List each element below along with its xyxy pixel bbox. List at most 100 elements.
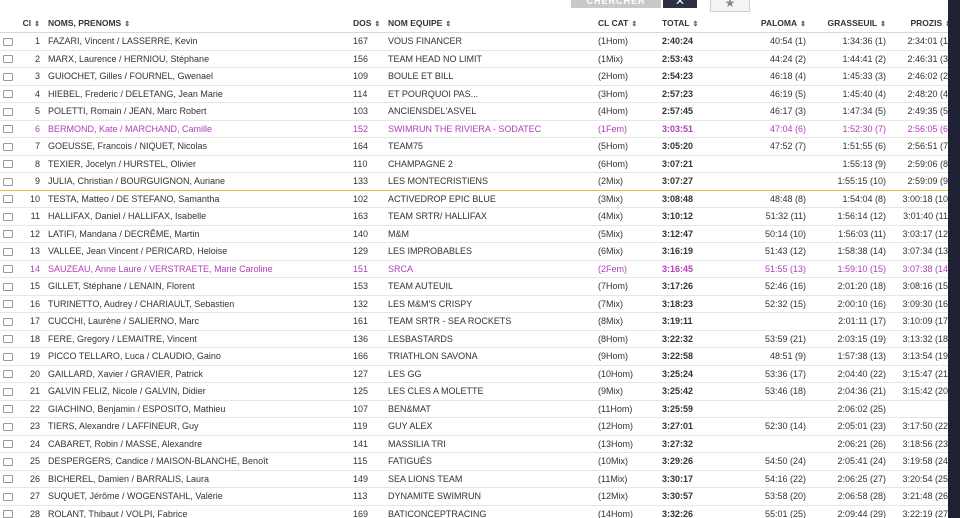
table-row[interactable]: 8 TEXIER, Jocelyn / HURSTEL, Olivier 110 CH… [0,155,948,173]
table-row[interactable]: 27 SUQUET, Jérôme / WOGENSTAHL, Valérie 11… [0,487,948,506]
col-header-bib[interactable]: DOS ⇕ [353,14,388,33]
comment-icon[interactable] [0,50,16,68]
col-header-grasseuil[interactable]: GRASSEUIL ⇕ [806,14,886,33]
col-header-names[interactable]: NOMS, PRENOMS ⇕ [48,14,353,33]
names-cell: CUCCHI, Laurène / SALIERNO, Marc [48,312,353,331]
table-row[interactable]: 1 FAZARI, Vincent / LASSERRE, Kevin 167 VOU… [0,32,948,51]
col-header-team[interactable]: NOM EQUIPE ⇕ [388,14,598,33]
table-row[interactable]: 14 SAUZEAU, Anne Laure / VERSTRAETE, Mari… [0,260,948,278]
table-row[interactable]: 2 MARX, Laurence / HERNIOU, Stéphane 156 TE… [0,50,948,68]
favorites-toggle-button[interactable]: ★ [710,0,750,12]
comment-icon[interactable] [0,172,16,191]
comment-icon[interactable] [0,225,16,243]
category-cell: (6Mix) [598,242,662,261]
comment-icon[interactable] [0,435,16,453]
prozis-split-cell: 3:08:16 (15) [886,277,948,296]
grasseuil-split-cell: 2:09:44 (29) [806,505,886,518]
comment-icon[interactable] [0,102,16,121]
comment-icon[interactable] [0,400,16,418]
table-row[interactable]: 10 TESTA, Matteo / DE STEFANO, Samantha 10… [0,190,948,208]
team-cell: MASSILIA TRI [388,435,598,453]
comment-icon[interactable] [0,312,16,331]
bib-cell: 163 [353,207,388,226]
bib-cell: 140 [353,225,388,243]
col-header-total[interactable]: TOTAL ⇕ [662,14,712,33]
comment-icon[interactable] [0,67,16,86]
paloma-split-cell: 53:36 (17) [712,365,806,383]
comment-icon[interactable] [0,505,16,518]
search-button[interactable]: CHERCHER [571,0,661,8]
table-row[interactable]: 13 VALLEE, Jean Vincent / PERICARD, Heloi… [0,242,948,261]
table-row[interactable]: 16 TURINETTO, Audrey / CHARIAULT, Sebasti… [0,295,948,313]
table-row[interactable]: 26 BICHEREL, Damien / BARRALIS, Laura 149 S… [0,470,948,488]
table-row[interactable]: 21 GALVIN FELIZ, Nicole / GALVIN, Didier 1… [0,382,948,401]
category-cell: (13Hom) [598,435,662,453]
table-row[interactable]: 7 GOEUSSE, Francois / NIQUET, Nicolas 164 T… [0,137,948,156]
comment-icon-glyph [3,352,13,361]
comment-icon[interactable] [0,277,16,296]
comment-icon-glyph [3,492,13,501]
rank-cell: 16 [16,295,48,313]
comment-icon[interactable] [0,137,16,156]
comment-icon-glyph [3,300,13,309]
category-cell: (10Hom) [598,365,662,383]
table-row[interactable]: 19 PICCO TELLARO, Luca / CLAUDIO, Gaino 16… [0,347,948,366]
comment-icon[interactable] [0,120,16,138]
table-row[interactable]: 20 GAILLARD, Xavier / GRAVIER, Patrick 127… [0,365,948,383]
names-cell: LATIFI, Mandana / DECRÊME, Martin [48,225,353,243]
close-search-button[interactable]: ✕ [663,0,697,8]
table-row[interactable]: 17 CUCCHI, Laurène / SALIERNO, Marc 161 TEA… [0,312,948,331]
rank-cell: 5 [16,102,48,121]
prozis-split-cell: 3:18:56 (23) [886,435,948,453]
comment-icon[interactable] [0,330,16,348]
table-row[interactable]: 15 GILLET, Stéphane / LENAIN, Florent 153 T… [0,277,948,296]
comment-icon[interactable] [0,32,16,51]
col-header-rank[interactable]: Cl ⇕ [16,14,48,33]
paloma-split-cell [712,435,806,453]
team-cell: FATIGUÉS [388,452,598,471]
table-row[interactable]: 18 FERE, Gregory / LEMAITRE, Vincent 136 LE… [0,330,948,348]
comment-icon[interactable] [0,85,16,103]
table-row[interactable]: 5 POLETTI, Romain / JEAN, Marc Robert 103 A… [0,102,948,121]
table-row[interactable]: 11 HALLIFAX, Daniel / HALLIFAX, Isabelle 1… [0,207,948,226]
comment-icon[interactable] [0,190,16,208]
table-row[interactable]: 6 BERMOND, Kate / MARCHAND, Camille 152 SWI… [0,120,948,138]
comment-icon[interactable] [0,382,16,401]
table-row[interactable]: 12 LATIFI, Mandana / DECRÊME, Martin 140 M&… [0,225,948,243]
col-header-category[interactable]: CL CAT ⇕ [598,14,662,33]
team-cell: LES IMPROBABLES [388,242,598,261]
paloma-split-cell: 54:16 (22) [712,470,806,488]
table-row[interactable]: 23 TIERS, Alexandre / LAFFINEUR, Guy 119 GU… [0,417,948,436]
comment-icon[interactable] [0,155,16,173]
comment-icon[interactable] [0,295,16,313]
total-time-cell: 3:22:58 [662,347,712,366]
comment-icon[interactable] [0,260,16,278]
comment-icon[interactable] [0,347,16,366]
table-row[interactable]: 3 GUIOCHET, Gilles / FOURNEL, Gwenael 109 B… [0,67,948,86]
col-header-paloma[interactable]: PALOMA ⇕ [712,14,806,33]
total-time-cell: 3:07:21 [662,155,712,173]
table-row[interactable]: 22 GIACHINO, Benjamin / ESPOSITO, Mathieu… [0,400,948,418]
total-time-cell: 3:07:27 [662,172,712,191]
names-cell: BERMOND, Kate / MARCHAND, Camille [48,120,353,138]
prozis-split-cell: 3:07:34 (13) [886,242,948,261]
comment-icon[interactable] [0,417,16,436]
comment-icon[interactable] [0,470,16,488]
table-row[interactable]: 24 CABARET, Robin / MASSE, Alexandre 141 MA… [0,435,948,453]
grasseuil-split-cell: 2:06:25 (27) [806,470,886,488]
total-time-cell: 3:30:17 [662,470,712,488]
category-cell: (12Mix) [598,487,662,506]
table-row[interactable]: 25 DESPERGERS, Candice / MAISON-BLANCHE, … [0,452,948,471]
table-row[interactable]: 4 HIEBEL, Frederic / DELETANG, Jean Marie… [0,85,948,103]
comment-icon[interactable] [0,452,16,471]
table-row[interactable]: 28 ROLANT, Thibaut / VOLPI, Fabrice 169 BAT… [0,505,948,518]
comment-icon[interactable] [0,487,16,506]
comment-icon[interactable] [0,242,16,261]
team-cell: TEAM HEAD NO LIMIT [388,50,598,68]
table-row[interactable]: 9 JULIA, Christian / BOURGUIGNON, Auriane… [0,172,948,191]
prozis-split-cell: 2:59:06 (8) [886,155,948,173]
comment-icon[interactable] [0,365,16,383]
comment-icon[interactable] [0,207,16,226]
col-header-grasseuil-label: GRASSEUIL [827,18,878,28]
col-header-prozis[interactable]: PROZIS⇕ [886,14,948,33]
